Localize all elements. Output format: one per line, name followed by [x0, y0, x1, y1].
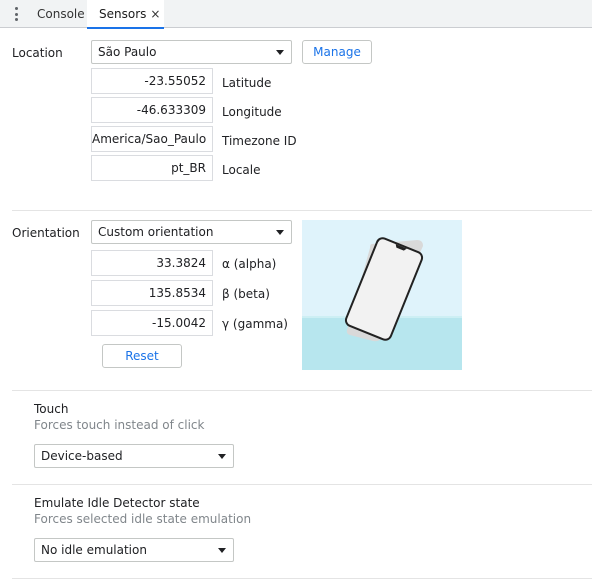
beta-input[interactable]: 135.8534 [91, 280, 213, 306]
chevron-down-icon [218, 548, 226, 553]
tab-console[interactable]: Console [37, 0, 85, 28]
longitude-label: Longitude [222, 105, 282, 119]
tab-sensors-label: Sensors [99, 7, 147, 21]
divider [12, 484, 592, 485]
more-options-icon[interactable] [12, 6, 20, 22]
gamma-label: γ (gamma) [222, 317, 288, 331]
chevron-down-icon [276, 230, 284, 235]
location-select-value: São Paulo [98, 45, 157, 59]
orientation-preview[interactable] [302, 220, 462, 370]
reset-button[interactable]: Reset [102, 344, 182, 368]
touch-title: Touch [34, 402, 69, 416]
drawer-tabstrip: Console Sensors × [0, 0, 592, 29]
location-label: Location [12, 46, 63, 60]
alpha-input[interactable]: 33.3824 [91, 250, 213, 276]
device-orientation-illustration [302, 220, 462, 370]
touch-select-value: Device-based [41, 449, 123, 463]
touch-select[interactable]: Device-based [34, 444, 234, 468]
beta-label: β (beta) [222, 287, 270, 301]
gamma-input[interactable]: -15.0042 [91, 310, 213, 336]
orientation-label: Orientation [12, 226, 80, 240]
touch-description: Forces touch instead of click [34, 418, 205, 432]
sensors-panel: Console Sensors × Location São Paulo Mana… [0, 0, 592, 585]
active-tab-indicator [87, 27, 165, 29]
orientation-select[interactable]: Custom orientation [91, 220, 292, 244]
divider [12, 210, 592, 211]
manage-button[interactable]: Manage [302, 40, 372, 64]
idle-select[interactable]: No idle emulation [34, 538, 234, 562]
timezone-input[interactable]: America/Sao_Paulo [91, 126, 213, 152]
locale-input[interactable]: pt_BR [91, 155, 213, 181]
divider [12, 390, 592, 391]
timezone-label: Timezone ID [222, 134, 297, 148]
divider [12, 578, 592, 579]
close-icon[interactable]: × [150, 0, 160, 28]
orientation-select-value: Custom orientation [98, 225, 214, 239]
tab-sensors[interactable]: Sensors × [87, 0, 165, 29]
chevron-down-icon [218, 454, 226, 459]
idle-title: Emulate Idle Detector state [34, 496, 200, 510]
latitude-label: Latitude [222, 76, 272, 90]
alpha-label: α (alpha) [222, 257, 277, 271]
latitude-input[interactable]: -23.55052 [91, 68, 213, 94]
longitude-input[interactable]: -46.633309 [91, 97, 213, 123]
locale-label: Locale [222, 163, 261, 177]
idle-select-value: No idle emulation [41, 543, 147, 557]
chevron-down-icon [276, 50, 284, 55]
idle-description: Forces selected idle state emulation [34, 512, 252, 526]
location-select[interactable]: São Paulo [91, 40, 292, 64]
